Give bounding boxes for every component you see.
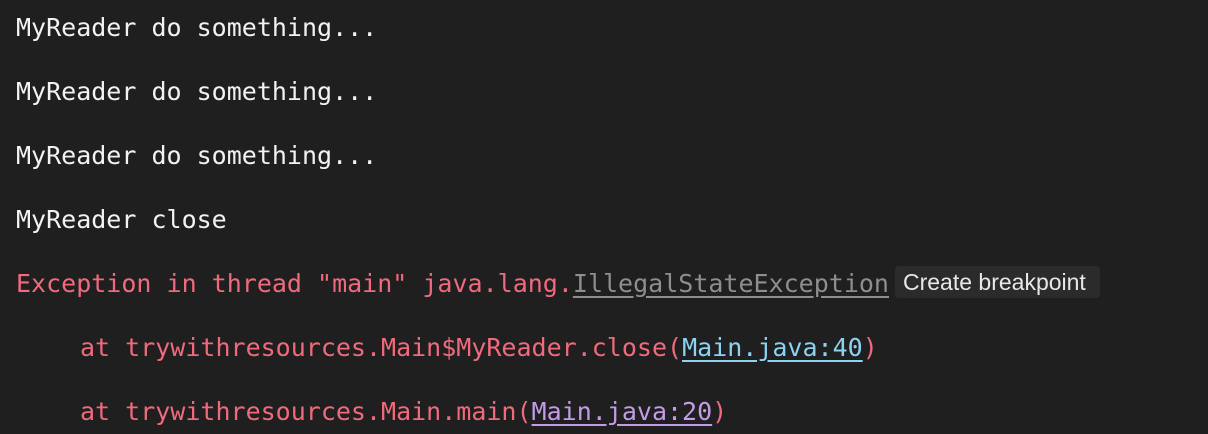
console-line: MyReader do something... — [16, 141, 378, 170]
exception-line: Exception in thread "main" java.lang.Ill… — [16, 264, 1100, 304]
source-link[interactable]: Main.java:20 — [532, 397, 713, 426]
console-line: MyReader do something... — [16, 77, 378, 106]
stack-trace-line: at trywithresources.Main.main(Main.java:… — [80, 392, 727, 432]
stack-frame-text: at trywithresources.Main.main( — [80, 397, 532, 426]
console-line: MyReader close — [16, 205, 227, 234]
stack-frame-suffix: ) — [862, 333, 878, 362]
exception-class-link[interactable]: IllegalStateException — [573, 269, 889, 298]
stack-frame-text: at trywithresources.Main$MyReader.close( — [80, 333, 683, 362]
console-output: MyReader do something... MyReader do som… — [0, 0, 1208, 434]
stack-frame-suffix: ) — [712, 397, 728, 426]
create-breakpoint-button[interactable]: Create breakpoint — [894, 266, 1100, 298]
console-line: MyReader do something... — [16, 13, 378, 42]
stack-trace-line: at trywithresources.Main$MyReader.close(… — [80, 328, 878, 368]
source-link[interactable]: Main.java:40 — [682, 333, 863, 362]
exception-prefix: Exception in thread "main" java.lang. — [16, 269, 573, 298]
